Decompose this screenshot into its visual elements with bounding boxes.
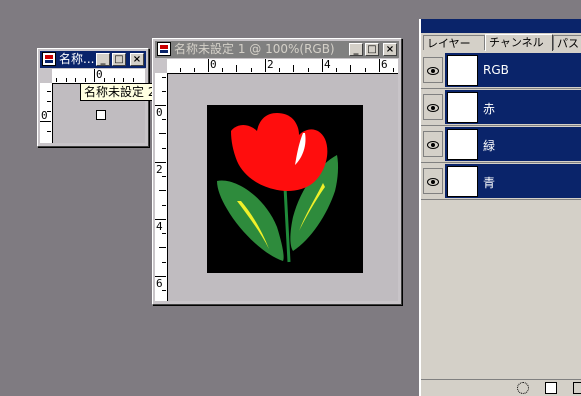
small-horizontal-ruler: 0 (52, 69, 145, 84)
panel-titlebar[interactable] (421, 19, 581, 33)
channel-row-rgb[interactable]: RGB (421, 52, 581, 89)
channel-row-red[interactable]: 赤 (421, 89, 581, 126)
channels-panel[interactable]: レイヤー チャンネル パス RGB 赤 緑 青 (419, 19, 581, 396)
tab-layers[interactable]: レイヤー (423, 35, 485, 50)
small-window-titlebar[interactable]: 名称... _ □ × (40, 51, 146, 68)
document-icon (157, 42, 171, 56)
channel-row-blue[interactable]: 青 (421, 163, 581, 200)
load-selection-icon[interactable] (517, 382, 529, 394)
ruler-h-label-4: 4 (324, 59, 331, 71)
maximize-icon[interactable]: □ (112, 53, 126, 66)
main-document-window[interactable]: 名称未設定 1 @ 100%(RGB) _ □ × 0 2 4 6 0 2 4 … (152, 38, 402, 305)
eye-icon[interactable] (423, 168, 443, 194)
tab-channels[interactable]: チャンネル (485, 34, 553, 51)
small-vertical-ruler: 0 (40, 83, 53, 143)
main-window-titlebar[interactable]: 名称未設定 1 @ 100%(RGB) _ □ × (155, 41, 399, 58)
panel-tabs: レイヤー チャンネル パス (421, 34, 581, 51)
main-vertical-ruler: 0 2 4 6 (155, 73, 168, 301)
minimize-icon[interactable]: _ (96, 53, 110, 66)
close-icon[interactable]: × (130, 53, 144, 66)
tab-paths[interactable]: パス (553, 35, 581, 50)
tulip-flower (231, 113, 328, 191)
channel-label: 赤 (483, 102, 496, 116)
eye-icon[interactable] (423, 131, 443, 157)
channel-thumbnail (447, 166, 478, 197)
main-window-title: 名称未設定 1 @ 100%(RGB) (174, 42, 335, 56)
left-leaf (217, 180, 284, 261)
ruler-v-label-4: 4 (156, 220, 163, 233)
ruler-h-label-2: 2 (267, 59, 274, 71)
image-canvas[interactable] (207, 105, 363, 273)
main-horizontal-ruler: 0 2 4 6 (167, 59, 398, 74)
channel-thumbnail (447, 92, 478, 123)
main-canvas-area (168, 74, 398, 301)
channel-row-green[interactable]: 緑 (421, 126, 581, 163)
maximize-icon[interactable]: □ (365, 43, 379, 56)
ruler-h-label-6: 6 (381, 59, 388, 71)
channel-thumbnail (447, 129, 478, 160)
small-ruler-h-label: 0 (96, 69, 103, 81)
minimize-icon[interactable]: _ (349, 43, 363, 56)
tulip-stem (283, 186, 291, 263)
channel-thumbnail (447, 55, 478, 86)
panel-bottom-bar (421, 379, 581, 396)
eye-icon[interactable] (423, 57, 443, 83)
small-window-title: 名称... (59, 52, 95, 66)
save-selection-icon[interactable] (545, 382, 557, 394)
ruler-v-label-2: 2 (156, 163, 163, 176)
small-canvas[interactable] (96, 110, 106, 120)
new-channel-icon[interactable] (573, 382, 581, 394)
close-icon[interactable]: × (383, 43, 397, 56)
ruler-v-label-6: 6 (156, 277, 163, 290)
channel-label: RGB (483, 63, 509, 77)
eye-icon[interactable] (423, 94, 443, 120)
ruler-h-label-0: 0 (210, 59, 217, 71)
document-icon (42, 52, 56, 66)
ruler-v-label-0: 0 (156, 106, 163, 119)
tulip-image (217, 113, 339, 263)
channel-label: 青 (483, 176, 496, 190)
channel-label: 緑 (483, 139, 496, 153)
